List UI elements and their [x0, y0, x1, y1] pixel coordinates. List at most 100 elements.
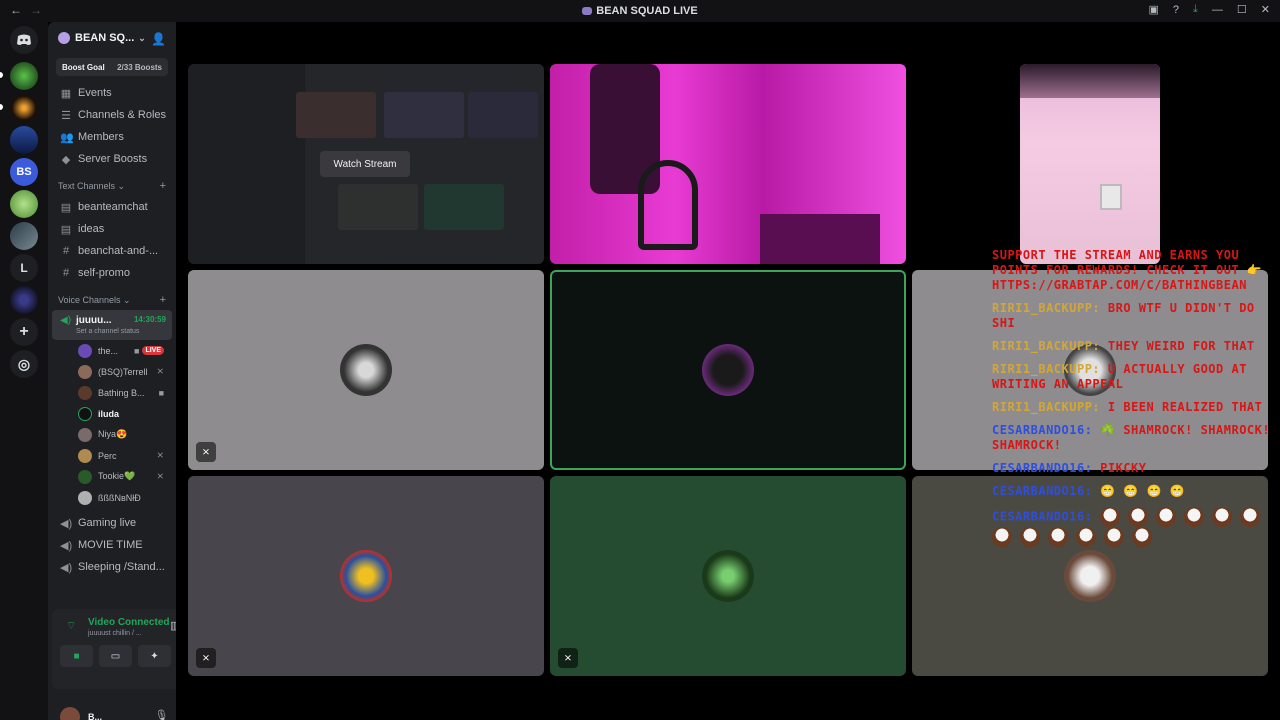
username[interactable]: B...: [88, 712, 102, 720]
screen-share-button[interactable]: ▭: [99, 645, 132, 667]
discord-home-icon[interactable]: [10, 26, 38, 54]
chat-message: RIRI1_BACKUPP: THEY WEIRD FOR THAT: [992, 339, 1255, 353]
dog-emote-icon: [1184, 507, 1205, 527]
voice-user[interactable]: (BSQ)Terrell ⨯: [48, 361, 176, 382]
forum-icon: ▤: [60, 201, 72, 214]
add-channel-icon[interactable]: +: [160, 294, 166, 306]
muted-icon: ⨯: [156, 471, 164, 481]
chat-username: RIRI1_BACKUPP:: [992, 400, 1101, 414]
stream-preview-tile[interactable]: Watch Stream: [188, 64, 544, 264]
chat-username: RIRI1_BACKUPP:: [992, 362, 1101, 376]
voice-channel-name[interactable]: juuuust chillin / ...: [88, 630, 142, 637]
chat-message: CESARBANDO16:: [992, 507, 1280, 547]
server-icon[interactable]: BS: [10, 158, 38, 186]
server-header[interactable]: BEAN SQ... ⌄ 👤: [48, 22, 176, 54]
invite-icon[interactable]: 👤: [151, 32, 166, 46]
avatar: [78, 343, 92, 358]
hash-icon: #: [62, 245, 70, 257]
live-badge: LIVE: [142, 346, 164, 355]
add-channel-icon[interactable]: +: [160, 180, 166, 192]
channel-item[interactable]: ▤ ideas: [48, 218, 176, 240]
avatar: [78, 448, 92, 463]
channel-item[interactable]: ▤ beanteamchat: [48, 196, 176, 218]
server-icon[interactable]: [10, 190, 38, 218]
watch-stream-button[interactable]: Watch Stream: [320, 151, 410, 177]
inbox-icon[interactable]: ▣: [1149, 3, 1159, 16]
download-icon[interactable]: ⤓: [1193, 3, 1198, 16]
participant-tile[interactable]: ⨯: [188, 476, 544, 676]
discover-icon[interactable]: ◎: [10, 350, 38, 378]
channel-sidebar: BEAN SQ... ⌄ 👤 Boost Goal 2/33 Boosts ▦ E…: [48, 22, 176, 720]
avatar: [702, 344, 754, 396]
voice-connection-panel: ⌔ Video Connected juuuust chillin / ... …: [52, 609, 176, 689]
maximize-icon[interactable]: ☐: [1237, 3, 1247, 16]
server-icon[interactable]: L: [10, 254, 38, 282]
channel-status[interactable]: Set a channel status: [76, 328, 139, 335]
camera-button[interactable]: ■: [60, 645, 93, 667]
speaker-icon: ◀): [60, 561, 73, 574]
server-icon[interactable]: [10, 222, 38, 250]
boost-goal-bar[interactable]: Boost Goal 2/33 Boosts: [56, 58, 168, 76]
nav-server-boosts[interactable]: ◆ Server Boosts: [48, 148, 176, 170]
activities-button[interactable]: ✦: [138, 645, 171, 667]
nav-events[interactable]: ▦ Events: [48, 82, 176, 104]
close-icon[interactable]: ✕: [1261, 3, 1270, 16]
avatar: [340, 344, 392, 396]
server-icon[interactable]: [10, 94, 38, 122]
channel-item[interactable]: # beanchat-and-...: [48, 240, 176, 262]
nav-channels-roles[interactable]: ☰ Channels & Roles: [48, 104, 176, 126]
chat-message: RIRI1_BACKUPP: I BEEN REALIZED THAT: [992, 400, 1263, 414]
chat-message: CESARBANDO16: 😁 😁 😁 😁: [992, 484, 1186, 498]
server-icon[interactable]: [10, 126, 38, 154]
voice-user[interactable]: ßßßNвNłĐ: [48, 487, 176, 508]
voice-channel-item[interactable]: ◀) Sleeping /Stand...: [48, 556, 176, 578]
avatar: [78, 490, 92, 505]
participant-tile-speaking[interactable]: [550, 270, 906, 470]
voice-channel-item[interactable]: ◀) MOVIE TIME: [48, 534, 176, 556]
nav-members[interactable]: 👥 Members: [48, 126, 176, 148]
speaker-icon: ◀): [60, 315, 72, 326]
server-icon[interactable]: [10, 62, 38, 90]
voice-timer: 14:30:59: [133, 315, 166, 324]
minimize-icon[interactable]: —: [1212, 4, 1223, 16]
voice-user[interactable]: iluda: [48, 403, 176, 424]
server-rail: BS L + ◎: [0, 22, 48, 720]
avatar: [78, 406, 92, 421]
server-icon[interactable]: [10, 286, 38, 314]
voice-user[interactable]: Perc ⨯: [48, 445, 176, 466]
camera-tile[interactable]: [1020, 64, 1160, 264]
chat-username: CESARBANDO16:: [992, 509, 1093, 524]
category-text-channels[interactable]: Text Channels ⌄ +: [48, 176, 176, 196]
speaker-icon: ◀): [60, 517, 73, 530]
dog-emote-icon: [1128, 507, 1149, 527]
active-voice-channel[interactable]: ◀) juuuu... 14:30:59 Set a channel statu…: [52, 310, 172, 340]
chat-message: SUPPORT THE STREAM AND EARNS YOU POINTS …: [992, 248, 1263, 292]
avatar: [78, 427, 92, 442]
add-server-icon[interactable]: +: [10, 318, 38, 346]
help-icon[interactable]: ?: [1173, 4, 1179, 16]
chat-message: CESARBANDO16: ☘️ SHAMROCK! SHAMROCK! SHA…: [992, 423, 1271, 452]
video-icon: ■: [134, 345, 140, 356]
avatar: [78, 385, 92, 400]
channel-item[interactable]: # self-promo: [48, 262, 176, 284]
voice-user[interactable]: Niya😍: [48, 424, 176, 445]
chat-message: RIRI1_BACKUPP: BRO WTF U DIDN'T DO SHI: [992, 301, 1255, 330]
participant-tile[interactable]: ⨯: [550, 476, 906, 676]
microphone-icon[interactable]: 🎙: [155, 709, 169, 720]
voice-user[interactable]: Bathing B... ■: [48, 382, 176, 403]
voice-channel-item[interactable]: ◀) Gaming live: [48, 512, 176, 534]
dog-emote-icon: [1212, 507, 1233, 527]
participant-tile[interactable]: ⨯: [188, 270, 544, 470]
chat-username: CESARBANDO16:: [992, 461, 1093, 475]
signal-icon[interactable]: ⌔: [66, 619, 76, 633]
category-voice-channels[interactable]: Voice Channels ⌄ +: [48, 290, 176, 310]
avatar: [702, 550, 754, 602]
hash-icon: #: [62, 267, 70, 279]
dog-emote-icon: [1240, 507, 1261, 527]
camera-tile[interactable]: [550, 64, 906, 264]
voice-user[interactable]: the... ■ LIVE: [48, 340, 176, 361]
chat-username: CESARBANDO16:: [992, 484, 1093, 498]
muted-icon: ⨯: [156, 450, 164, 460]
voice-user[interactable]: Tookie💚 ⨯: [48, 466, 176, 487]
avatar[interactable]: [60, 707, 80, 720]
